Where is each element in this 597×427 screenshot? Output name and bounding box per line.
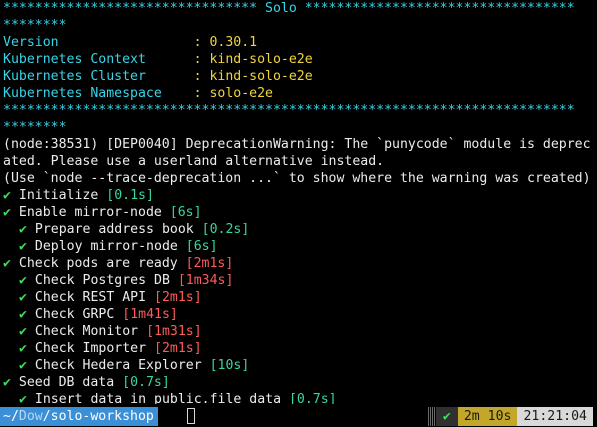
check-icon: ✔	[19, 392, 27, 404]
task-row: ✔ Seed DB data [0.7s]	[3, 374, 597, 391]
info-row: Kubernetes Cluster : kind-solo-e2e	[3, 68, 597, 85]
task-duration: [1m31s]	[146, 324, 202, 339]
task-row: ✔ Deploy mirror-node [6s]	[3, 238, 597, 255]
task-label: Check Hedera Explorer	[34, 358, 210, 373]
check-icon: ✔	[3, 375, 11, 390]
task-label: Seed DB data	[18, 375, 123, 390]
task-duration: [2m1s]	[154, 341, 202, 356]
task-duration: [1m41s]	[122, 307, 178, 322]
info-value: kind-solo-e2e	[209, 52, 313, 67]
task-duration: [6s]	[185, 239, 218, 254]
right-status: ✔ 2m 10s 21:21:04	[427, 407, 593, 426]
task-row: ✔ Check Hedera Explorer [10s]	[3, 357, 597, 374]
prompt-path-rest: /solo-workshop	[42, 409, 154, 424]
banner-top-wrap: ********	[3, 18, 67, 33]
check-icon: ✔	[19, 324, 27, 339]
task-row: ✔ Insert data in public.file_data [0.7s]	[3, 391, 597, 404]
banner-bottom: ****************************************…	[3, 103, 575, 118]
task-row: ✔ Prepare address book [0.2s]	[3, 221, 597, 238]
status-bar: ~/Dow/solo-workshop ✔ 2m 10s 21:21:04	[0, 404, 597, 427]
banner-top: ******************************** Solo **…	[3, 1, 575, 16]
prompt-path: ~/Dow/solo-workshop	[0, 407, 158, 426]
info-label: Kubernetes Cluster	[3, 69, 194, 84]
info-separator: :	[193, 86, 210, 101]
task-label: Prepare address book	[34, 222, 202, 237]
check-icon: ✔	[3, 188, 11, 203]
task-label: Enable mirror-node	[18, 205, 170, 220]
info-row: Version : 0.30.1	[3, 34, 597, 51]
banner-bottom-wrap: ********	[3, 120, 67, 135]
task-row: ✔ Check Postgres DB [1m34s]	[3, 272, 597, 289]
task-label: Check GRPC	[34, 307, 123, 322]
task-row: ✔ Check REST API [2m1s]	[3, 289, 597, 306]
task-duration: [0.7s]	[288, 392, 337, 404]
info-value: kind-solo-e2e	[209, 69, 313, 84]
check-icon: ✔	[19, 239, 27, 254]
terminal-cursor[interactable]	[187, 408, 195, 424]
result-check-icon: ✔	[435, 407, 458, 426]
check-icon: ✔	[3, 205, 11, 220]
task-row: ✔ Check Importer [2m1s]	[3, 340, 597, 357]
info-separator: :	[193, 52, 210, 67]
prompt-dim-dir: Dow	[18, 409, 43, 424]
check-icon: ✔	[19, 222, 27, 237]
info-separator: :	[193, 35, 210, 50]
terminal-output: ******************************** Solo **…	[3, 0, 597, 404]
task-duration: [2m1s]	[154, 290, 202, 305]
task-duration: [6s]	[169, 205, 202, 220]
check-icon: ✔	[19, 273, 27, 288]
info-separator: :	[193, 69, 210, 84]
task-duration: [2m1s]	[185, 256, 234, 271]
task-list: ✔ Initialize [0.1s] ✔ Enable mirror-node …	[3, 187, 597, 404]
task-label: Deploy mirror-node	[34, 239, 186, 254]
task-row: ✔ Check Monitor [1m31s]	[3, 323, 597, 340]
task-row: ✔ Enable mirror-node [6s]	[3, 204, 597, 221]
task-label: Check pods are ready	[18, 256, 186, 271]
task-label: Check REST API	[34, 290, 154, 305]
task-duration: [0.1s]	[106, 188, 154, 203]
info-label: Kubernetes Namespace	[3, 86, 194, 101]
status-separator	[427, 407, 436, 426]
info-label: Version	[3, 35, 194, 50]
info-row: Kubernetes Namespace : solo-e2e	[3, 85, 597, 102]
warning-line-1: (node:38531) [DEP0040] DeprecationWarnin…	[3, 137, 591, 152]
task-duration: [1m34s]	[177, 273, 234, 288]
task-label: Insert data in public.file_data	[34, 392, 289, 404]
task-label: Check Postgres DB	[34, 273, 178, 288]
task-row: ✔ Check GRPC [1m41s]	[3, 306, 597, 323]
warning-line-2: ated. Please use a userland alternative …	[3, 154, 385, 169]
info-value: 0.30.1	[209, 35, 258, 50]
info-block: Version : 0.30.1 Kubernetes Context : kin…	[3, 34, 597, 102]
prompt-prefix: ~/	[3, 409, 19, 424]
task-duration: [10s]	[209, 358, 250, 373]
task-label: Check Monitor	[34, 324, 147, 339]
task-duration: [0.2s]	[201, 222, 250, 237]
check-icon: ✔	[19, 341, 27, 356]
task-label: Check Importer	[34, 341, 154, 356]
info-value: solo-e2e	[209, 86, 273, 101]
warning-line-3: (Use `node --trace-deprecation ...` to s…	[3, 171, 591, 186]
command-duration: 2m 10s	[457, 407, 518, 426]
check-icon: ✔	[19, 358, 27, 373]
info-label: Kubernetes Context	[3, 52, 194, 67]
check-icon: ✔	[19, 307, 27, 322]
info-row: Kubernetes Context : kind-solo-e2e	[3, 51, 597, 68]
task-row: ✔ Check pods are ready [2m1s]	[3, 255, 597, 272]
task-duration: [0.7s]	[122, 375, 170, 390]
task-label: Initialize	[18, 188, 107, 203]
check-icon: ✔	[3, 256, 11, 271]
task-row: ✔ Initialize [0.1s]	[3, 187, 597, 204]
check-icon: ✔	[19, 290, 27, 305]
clock: 21:21:04	[517, 407, 593, 426]
